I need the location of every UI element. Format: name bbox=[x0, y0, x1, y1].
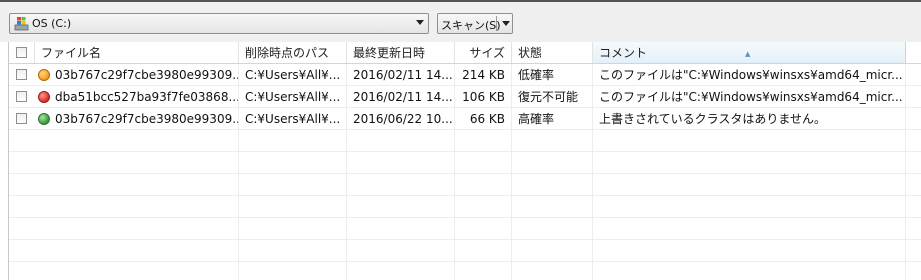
column-header-name[interactable]: ファイル名 bbox=[35, 42, 239, 63]
file-name-cell: dba51bcc527ba93f7fe03868... bbox=[35, 86, 239, 108]
row-checkbox[interactable] bbox=[16, 69, 27, 80]
modified-cell: 2016/02/11 14... bbox=[347, 86, 455, 108]
column-divider bbox=[592, 64, 593, 280]
column-header-modified[interactable]: 最終更新日時 bbox=[347, 42, 455, 63]
column-header-path[interactable]: 削除時点のパス bbox=[239, 42, 347, 63]
table-row[interactable]: 03b767c29f7cbe3980e99309... C:¥Users¥All… bbox=[9, 64, 921, 86]
file-list: ファイル名 削除時点のパス 最終更新日時 サイズ 状態 コメント ▲ 03b76… bbox=[8, 42, 921, 280]
modified-cell: 2016/02/11 14... bbox=[347, 64, 455, 86]
column-header-comment-label: コメント bbox=[599, 46, 648, 60]
status-dot-icon bbox=[38, 91, 50, 103]
toolbar: OS (C:) スキャン(S) bbox=[0, 0, 921, 42]
modified-cell: 2016/06/22 10... bbox=[347, 108, 455, 130]
row-check-cell bbox=[9, 86, 35, 108]
size-cell: 106 KB bbox=[455, 86, 512, 108]
column-header-state[interactable]: 状態 bbox=[512, 42, 593, 63]
row-divider bbox=[9, 217, 921, 218]
chevron-down-icon[interactable] bbox=[416, 20, 424, 25]
state-cell: 復元不可能 bbox=[512, 86, 593, 108]
windows-drive-icon bbox=[14, 17, 29, 31]
state-cell: 高確率 bbox=[512, 108, 593, 130]
column-divider bbox=[511, 64, 512, 280]
row-divider bbox=[9, 151, 921, 152]
size-cell: 66 KB bbox=[455, 108, 512, 130]
column-divider bbox=[238, 64, 239, 280]
list-header: ファイル名 削除時点のパス 最終更新日時 サイズ 状態 コメント ▲ bbox=[9, 42, 921, 64]
header-select-all-cell bbox=[9, 42, 35, 63]
state-cell: 低確率 bbox=[512, 64, 593, 86]
row-divider bbox=[9, 173, 921, 174]
row-checkbox[interactable] bbox=[16, 113, 27, 124]
scan-split-divider bbox=[496, 16, 497, 31]
file-name: 03b767c29f7cbe3980e99309... bbox=[55, 112, 239, 126]
file-name: 03b767c29f7cbe3980e99309... bbox=[55, 68, 239, 82]
row-divider bbox=[9, 195, 921, 196]
column-divider bbox=[346, 64, 347, 280]
drive-select[interactable]: OS (C:) bbox=[9, 13, 429, 34]
drive-label: OS (C:) bbox=[32, 17, 72, 30]
file-name-cell: 03b767c29f7cbe3980e99309... bbox=[35, 108, 239, 130]
row-check-cell bbox=[9, 64, 35, 86]
column-divider bbox=[905, 64, 906, 280]
row-divider bbox=[9, 239, 921, 240]
select-all-checkbox[interactable] bbox=[16, 47, 27, 58]
row-divider bbox=[9, 129, 921, 130]
row-check-cell bbox=[9, 108, 35, 130]
column-divider bbox=[454, 64, 455, 280]
comment-cell: このファイルは"C:¥Windows¥winsxs¥amd64_micr... bbox=[593, 64, 906, 86]
path-cell: C:¥Users¥All¥... bbox=[239, 86, 347, 108]
row-checkbox[interactable] bbox=[16, 91, 27, 102]
row-divider bbox=[9, 85, 921, 86]
status-dot-icon bbox=[38, 69, 50, 81]
row-divider bbox=[9, 261, 921, 262]
chevron-down-icon[interactable] bbox=[502, 21, 510, 26]
path-cell: C:¥Users¥All¥... bbox=[239, 64, 347, 86]
scan-button-label: スキャン(S) bbox=[441, 19, 501, 32]
status-dot-icon bbox=[38, 113, 50, 125]
file-name: dba51bcc527ba93f7fe03868... bbox=[55, 90, 239, 104]
sort-ascending-icon: ▲ bbox=[745, 50, 751, 58]
path-cell: C:¥Users¥All¥... bbox=[239, 108, 347, 130]
scan-button[interactable]: スキャン(S) bbox=[437, 13, 513, 34]
file-name-cell: 03b767c29f7cbe3980e99309... bbox=[35, 64, 239, 86]
column-header-size[interactable]: サイズ bbox=[455, 42, 512, 63]
table-row[interactable]: dba51bcc527ba93f7fe03868... C:¥Users¥All… bbox=[9, 86, 921, 108]
comment-cell: このファイルは"C:¥Windows¥winsxs¥amd64_micr... bbox=[593, 86, 906, 108]
row-divider bbox=[9, 107, 921, 108]
comment-cell: 上書きされているクラスタはありません。 bbox=[593, 108, 906, 130]
column-header-comment[interactable]: コメント ▲ bbox=[593, 42, 906, 63]
table-row[interactable]: 03b767c29f7cbe3980e99309... C:¥Users¥All… bbox=[9, 108, 921, 130]
size-cell: 214 KB bbox=[455, 64, 512, 86]
